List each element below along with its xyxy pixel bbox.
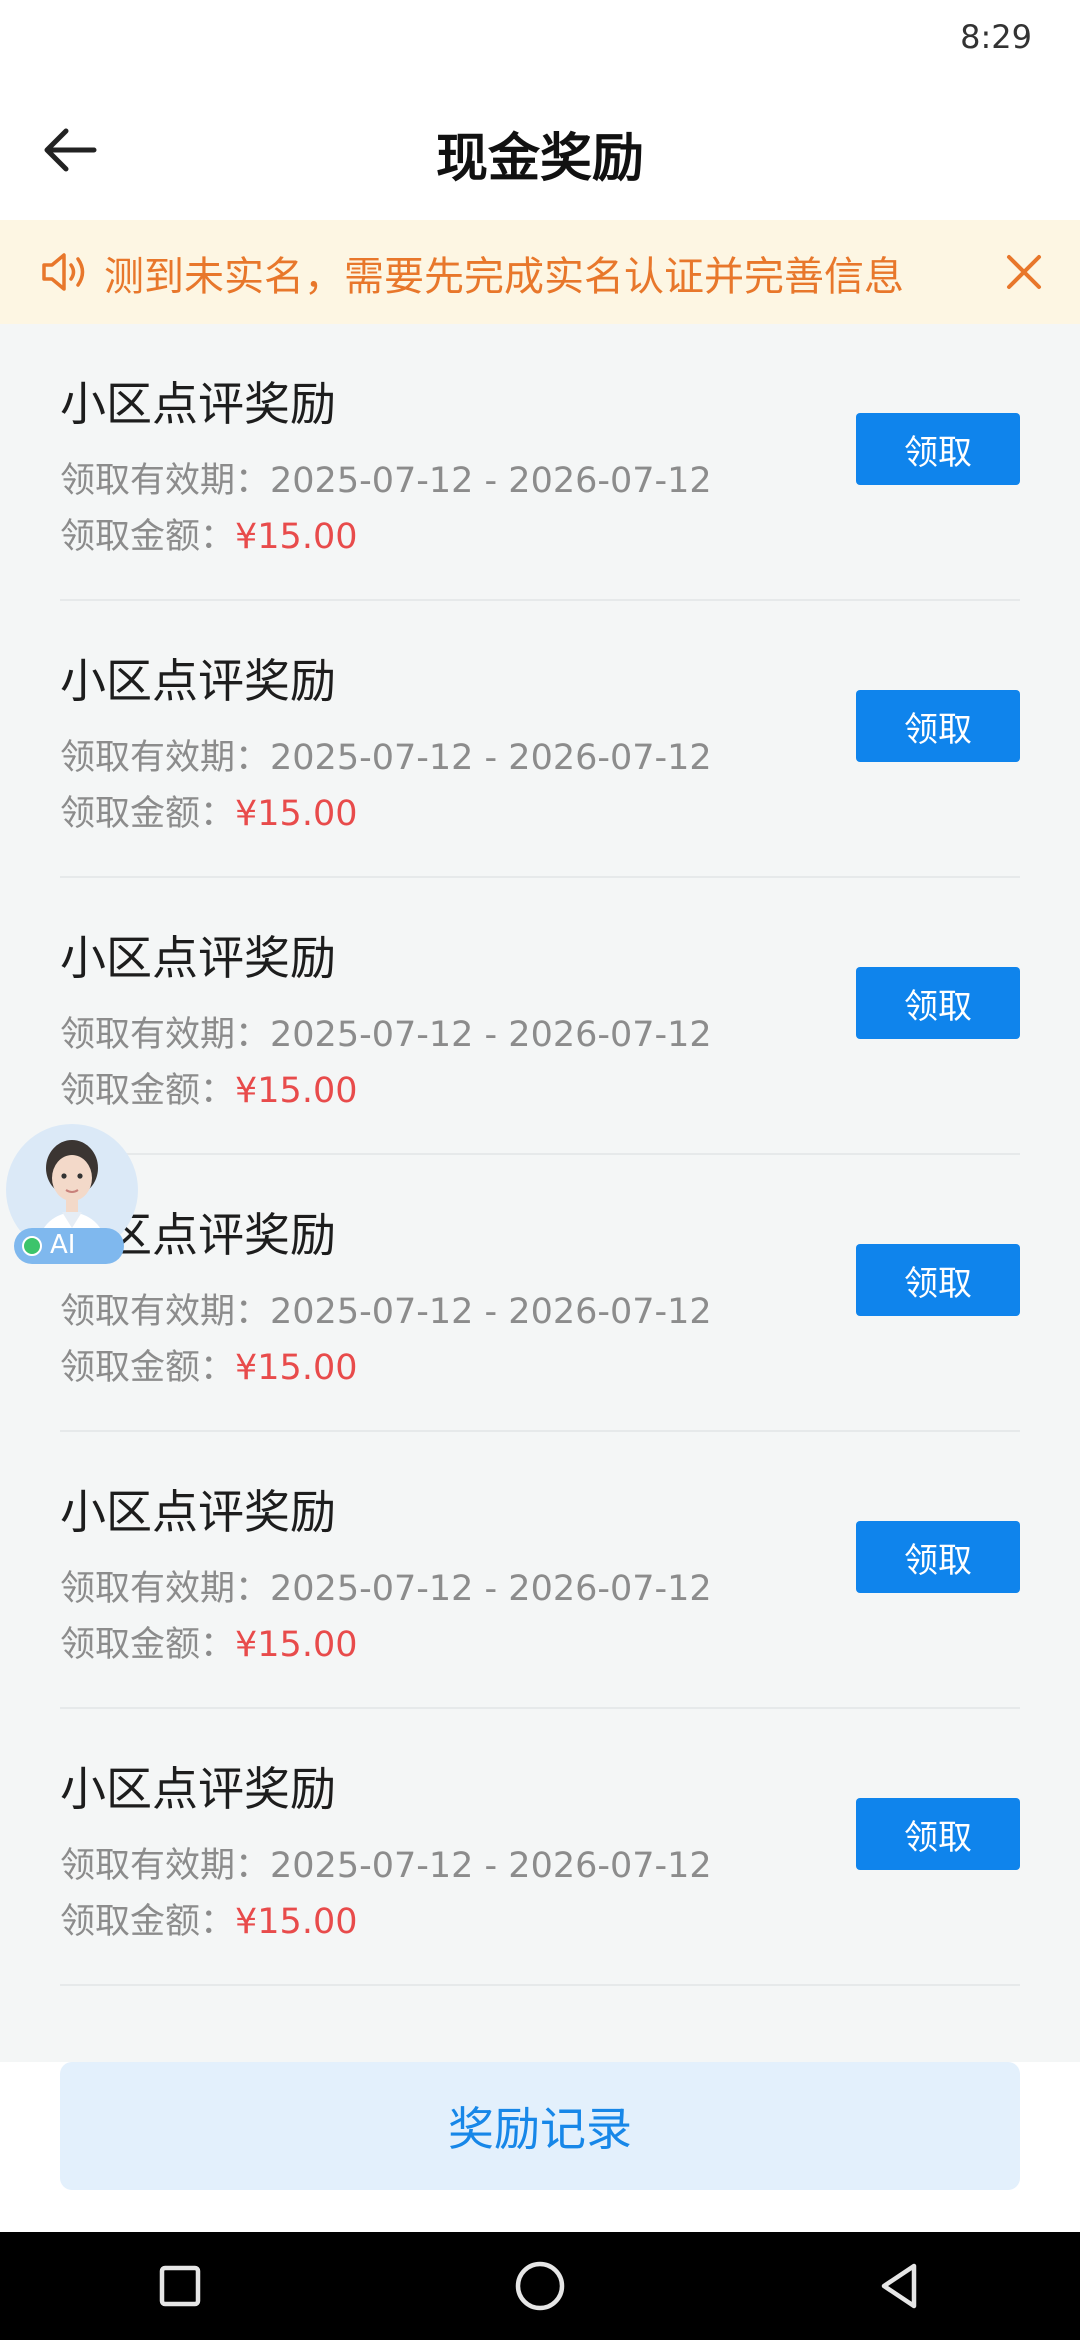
back-triangle-icon[interactable]	[870, 2256, 930, 2316]
amount-label: 领取金额：	[60, 517, 236, 557]
reward-list: 小区点评奖励 领取有效期：2025-07-12 - 2026-07-12 领取金…	[0, 324, 1080, 1986]
period-value: 2025-07-12 - 2026-07-12	[270, 461, 712, 501]
claim-button[interactable]: 领取	[856, 1521, 1020, 1593]
reward-period-row: 领取有效期：2025-07-12 - 2026-07-12	[60, 729, 712, 780]
reward-amount-row: 领取金额：¥15.00	[60, 1893, 357, 1944]
amount-label: 领取金额：	[60, 1902, 236, 1942]
reward-title: 小区点评奖励	[60, 1485, 336, 1539]
reward-item: 小区点评奖励 领取有效期：2025-07-12 - 2026-07-12 领取金…	[60, 1709, 1020, 1986]
ai-badge[interactable]: AI	[14, 1228, 124, 1264]
reward-period-row: 领取有效期：2025-07-12 - 2026-07-12	[60, 1837, 712, 1888]
reward-item: 小区点评奖励 领取有效期：2025-07-12 - 2026-07-12 领取金…	[60, 601, 1020, 878]
speaker-icon	[42, 253, 85, 291]
system-nav-bar	[0, 2232, 1080, 2340]
period-label: 领取有效期：	[60, 738, 271, 778]
reward-amount-row: 领取金额：¥15.00	[60, 785, 357, 836]
amount-value: ¥15.00	[235, 517, 358, 557]
reward-amount-row: 领取金额：¥15.00	[60, 508, 357, 559]
reward-title: 小区点评奖励	[60, 1762, 336, 1816]
reward-item: 小区点评奖励 领取有效期：2025-07-12 - 2026-07-12 领取金…	[60, 878, 1020, 1155]
reward-title: 小区点评奖励	[60, 931, 336, 985]
close-icon	[1007, 255, 1041, 289]
claim-button[interactable]: 领取	[856, 1244, 1020, 1316]
period-label: 领取有效期：	[60, 461, 271, 501]
period-value: 2025-07-12 - 2026-07-12	[270, 738, 712, 778]
period-label: 领取有效期：	[60, 1015, 271, 1055]
online-status-dot	[22, 1236, 42, 1256]
notice-text: 测到未实名，需要先完成实名认证并完善信息	[104, 254, 904, 300]
reward-amount-row: 领取金额：¥15.00	[60, 1339, 357, 1390]
status-bar: 8:29	[0, 0, 1080, 80]
amount-label: 领取金额：	[60, 1348, 236, 1388]
claim-button[interactable]: 领取	[856, 413, 1020, 485]
amount-label: 领取金额：	[60, 1625, 236, 1665]
reward-period-row: 领取有效期：2025-07-12 - 2026-07-12	[60, 1283, 712, 1334]
reward-records-button[interactable]: 奖励记录	[60, 2062, 1020, 2190]
amount-label: 领取金额：	[60, 794, 236, 834]
amount-value: ¥15.00	[235, 1071, 358, 1111]
recent-apps-icon[interactable]	[150, 2256, 210, 2316]
period-label: 领取有效期：	[60, 1292, 271, 1332]
reward-item: 小区点评奖励 领取有效期：2025-07-12 - 2026-07-12 领取金…	[60, 1432, 1020, 1709]
reward-title: 小区点评奖励	[60, 654, 336, 708]
period-value: 2025-07-12 - 2026-07-12	[270, 1015, 712, 1055]
reward-amount-row: 领取金额：¥15.00	[60, 1062, 357, 1113]
reward-amount-row: 领取金额：¥15.00	[60, 1616, 357, 1667]
period-value: 2025-07-12 - 2026-07-12	[270, 1569, 712, 1609]
amount-value: ¥15.00	[235, 1625, 358, 1665]
reward-item: 小区点评奖励 领取有效期：2025-07-12 - 2026-07-12 领取金…	[60, 1155, 1020, 1432]
app-header: 现金奖励	[0, 80, 1080, 220]
reward-period-row: 领取有效期：2025-07-12 - 2026-07-12	[60, 1006, 712, 1057]
period-label: 领取有效期：	[60, 1846, 271, 1886]
claim-button[interactable]: 领取	[856, 690, 1020, 762]
reward-period-row: 领取有效期：2025-07-12 - 2026-07-12	[60, 452, 712, 503]
home-icon[interactable]	[510, 2256, 570, 2316]
amount-label: 领取金额：	[60, 1071, 236, 1111]
reward-title: 小区点评奖励	[60, 377, 336, 431]
claim-button[interactable]: 领取	[856, 967, 1020, 1039]
period-label: 领取有效期：	[60, 1569, 271, 1609]
reward-item: 小区点评奖励 领取有效期：2025-07-12 - 2026-07-12 领取金…	[60, 324, 1020, 601]
period-value: 2025-07-12 - 2026-07-12	[270, 1292, 712, 1332]
amount-value: ¥15.00	[235, 1348, 358, 1388]
notice-close-button[interactable]	[998, 246, 1050, 298]
claim-button[interactable]: 领取	[856, 1798, 1020, 1870]
ai-label: AI	[50, 1230, 76, 1260]
amount-value: ¥15.00	[235, 1902, 358, 1942]
status-time: 8:29	[960, 18, 1032, 56]
notice-bar: 测到未实名，需要先完成实名认证并完善信息	[0, 220, 1080, 324]
period-value: 2025-07-12 - 2026-07-12	[270, 1846, 712, 1886]
amount-value: ¥15.00	[235, 794, 358, 834]
page-title: 现金奖励	[435, 129, 644, 189]
reward-period-row: 领取有效期：2025-07-12 - 2026-07-12	[60, 1560, 712, 1611]
